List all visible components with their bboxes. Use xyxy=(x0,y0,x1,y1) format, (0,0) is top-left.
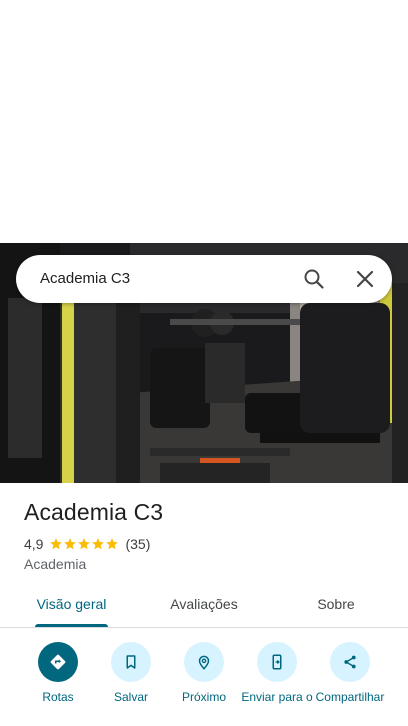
place-title: Academia C3 xyxy=(24,499,164,525)
star-icon xyxy=(92,538,105,550)
share-label: Compartilhar xyxy=(315,690,385,704)
star-icon xyxy=(50,538,63,550)
search-input[interactable]: Academia C3 xyxy=(40,255,130,303)
action-bar: Rotas Salvar Próximo Enviar para o Compa… xyxy=(0,640,408,726)
share-icon xyxy=(330,642,370,682)
save-label: Salvar xyxy=(113,690,148,704)
nearby-label: Próximo xyxy=(181,690,226,704)
directions-label: Rotas xyxy=(42,690,74,704)
send-to-phone-button[interactable]: Enviar para o xyxy=(237,642,317,704)
search-icon[interactable] xyxy=(302,267,326,291)
star-icon xyxy=(106,538,119,550)
rating-row[interactable]: 4,9 (35) xyxy=(24,535,150,553)
tab-bar: Visão geral Avaliações Sobre xyxy=(0,583,408,628)
active-tab-indicator xyxy=(35,624,108,627)
nearby-button[interactable]: Próximo xyxy=(164,642,244,704)
star-icon xyxy=(64,538,77,550)
directions-icon xyxy=(38,642,78,682)
nearby-icon xyxy=(184,642,224,682)
send-to-phone-icon xyxy=(257,642,297,682)
search-bar[interactable]: Academia C3 xyxy=(16,255,392,303)
star-icon xyxy=(78,538,91,550)
blank-area xyxy=(0,0,408,243)
rating-value: 4,9 xyxy=(24,536,44,552)
share-button[interactable]: Compartilhar xyxy=(310,642,390,704)
directions-button[interactable]: Rotas xyxy=(18,642,98,704)
tab-reviews[interactable]: Avaliações xyxy=(155,583,253,627)
tab-overview[interactable]: Visão geral xyxy=(24,583,119,627)
review-count: (35) xyxy=(125,536,151,552)
tab-about[interactable]: Sobre xyxy=(300,583,372,627)
star-rating xyxy=(49,537,119,551)
send-to-phone-label: Enviar para o xyxy=(241,690,313,704)
close-icon[interactable] xyxy=(353,267,377,291)
save-button[interactable]: Salvar xyxy=(91,642,171,704)
place-category: Academia xyxy=(24,556,87,572)
bookmark-icon xyxy=(111,642,151,682)
